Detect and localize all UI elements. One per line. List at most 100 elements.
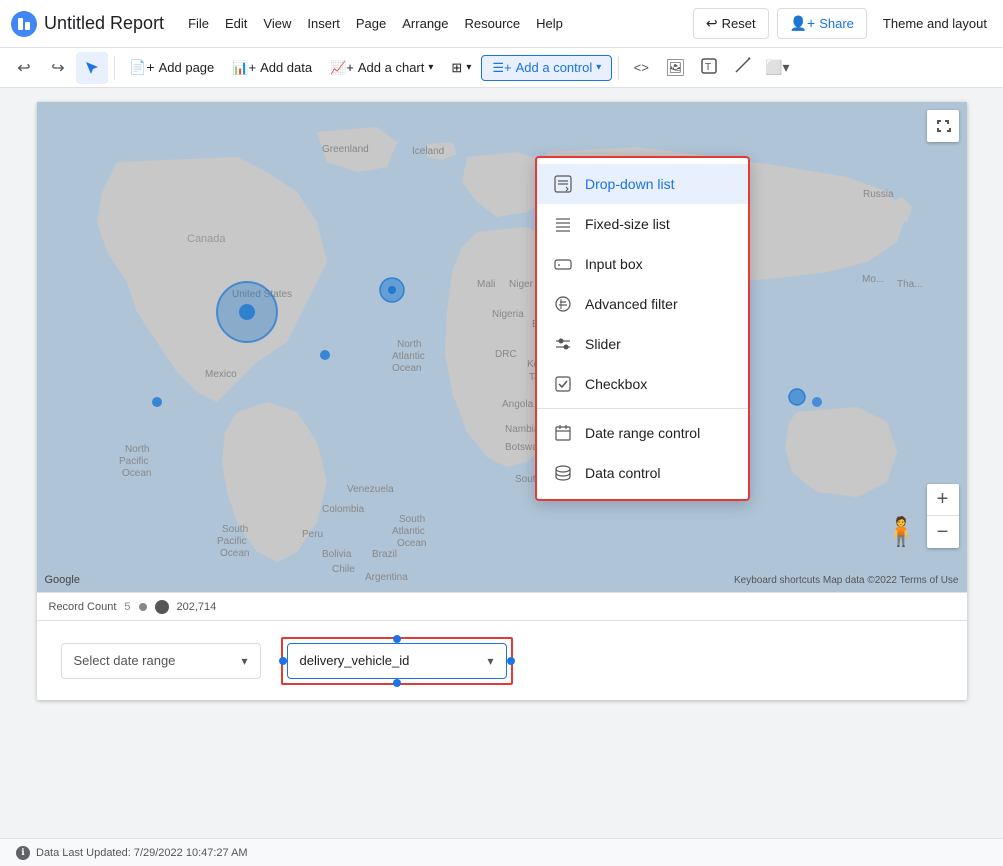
- svg-text:Nigeria: Nigeria: [492, 309, 524, 320]
- menu-item-input-box[interactable]: Input box: [537, 244, 748, 284]
- app-title: Untitled Report: [44, 13, 164, 34]
- world-map-svg: Canada United States Mexico North Pacifi…: [37, 102, 967, 592]
- textbox-button[interactable]: T: [693, 52, 725, 84]
- main-content: Canada United States Mexico North Pacifi…: [0, 88, 1003, 866]
- menu-item-slider[interactable]: Slider: [537, 324, 748, 364]
- reset-label: Reset: [722, 16, 756, 31]
- svg-text:Russia: Russia: [863, 189, 894, 200]
- menu-arrange[interactable]: Arrange: [394, 12, 456, 35]
- add-data-icon: 📊+: [232, 60, 256, 76]
- svg-text:Mali: Mali: [477, 279, 495, 290]
- svg-text:T: T: [705, 62, 711, 73]
- add-control-label: Add a control: [516, 60, 593, 75]
- menu-page[interactable]: Page: [348, 12, 394, 35]
- report-page: Canada United States Mexico North Pacifi…: [37, 102, 967, 700]
- add-control-icon: ☰+: [492, 60, 511, 76]
- add-chart-label: Add a chart: [358, 60, 425, 75]
- svg-text:Venezuela: Venezuela: [347, 484, 394, 495]
- google-text: Google: [45, 574, 80, 586]
- slider-label: Slider: [585, 336, 621, 352]
- svg-text:Brazil: Brazil: [372, 549, 397, 560]
- menu-file[interactable]: File: [180, 12, 217, 35]
- svg-text:Atlantic: Atlantic: [392, 351, 425, 362]
- handle-top-left[interactable]: [393, 635, 401, 643]
- line-button[interactable]: [727, 52, 759, 84]
- fixed-size-list-icon: [553, 214, 573, 234]
- map-zoom-in-button[interactable]: +: [927, 484, 959, 516]
- image-button[interactable]: 🖼: [659, 52, 691, 84]
- menu-item-checkbox[interactable]: Checkbox: [537, 364, 748, 404]
- svg-text:Niger: Niger: [509, 279, 534, 290]
- input-box-label: Input box: [585, 256, 643, 272]
- data-last-updated: Data Last Updated: 7/29/2022 10:47:27 AM: [36, 847, 248, 859]
- shape-button[interactable]: ⬜▾: [761, 52, 793, 84]
- svg-text:Atlantic: Atlantic: [392, 526, 425, 537]
- legend-dot-small: [139, 603, 147, 611]
- menu-item-dropdown-list[interactable]: Drop-down list: [537, 164, 748, 204]
- menu-item-fixed-size-list[interactable]: Fixed-size list: [537, 204, 748, 244]
- svg-text:Ocean: Ocean: [397, 538, 426, 549]
- date-range-label: Select date range: [74, 653, 176, 668]
- menu-item-date-range[interactable]: Date range control: [537, 413, 748, 453]
- reset-button[interactable]: ↩ Reset: [693, 8, 769, 39]
- redo-button[interactable]: ↪: [42, 52, 74, 84]
- toolbar: ↩ ↪ 📄+ Add page 📊+ Add data 📈+ Add a cha…: [0, 48, 1003, 88]
- dropdown-field[interactable]: delivery_vehicle_id ▾: [287, 643, 507, 679]
- dropdown-field-chevron-icon: ▾: [487, 654, 493, 668]
- menu-item-advanced-filter[interactable]: Advanced filter: [537, 284, 748, 324]
- menu-resource[interactable]: Resource: [457, 12, 529, 35]
- dropdown-control-container: delivery_vehicle_id ▾: [281, 637, 513, 685]
- svg-text:Tha...: Tha...: [897, 279, 923, 290]
- menu-edit[interactable]: Edit: [217, 12, 255, 35]
- app-icon: [8, 8, 40, 40]
- handle-right[interactable]: [507, 657, 515, 665]
- add-control-button[interactable]: ☰+ Add a control ▾: [481, 55, 612, 81]
- menu-item-data-control[interactable]: Data control: [537, 453, 748, 493]
- add-control-dropdown-menu: Drop-down list Fixed-size list Input box…: [535, 156, 750, 501]
- svg-text:Argentina: Argentina: [365, 572, 408, 583]
- canvas-wrapper: Canada United States Mexico North Pacifi…: [0, 88, 1003, 838]
- theme-layout-label[interactable]: Theme and layout: [875, 12, 995, 35]
- add-component-chevron-icon: ▾: [466, 62, 471, 73]
- input-box-icon: [553, 254, 573, 274]
- menu-help[interactable]: Help: [528, 12, 571, 35]
- legend-bar: Record Count 5 202,714: [37, 592, 967, 620]
- add-page-button[interactable]: 📄+ Add page: [121, 55, 222, 80]
- menu-insert[interactable]: Insert: [299, 12, 348, 35]
- add-component-icon: ⊞: [451, 60, 462, 76]
- map-zoom-controls: + −: [927, 484, 959, 548]
- svg-text:South: South: [222, 524, 248, 535]
- slider-icon: [553, 334, 573, 354]
- handle-bottom-left[interactable]: [393, 679, 401, 687]
- status-bar: ℹ Data Last Updated: 7/29/2022 10:47:27 …: [0, 838, 1003, 866]
- record-count-value: 202,714: [177, 601, 217, 613]
- svg-text:Colombia: Colombia: [322, 504, 365, 515]
- undo-button[interactable]: ↩: [8, 52, 40, 84]
- svg-text:Iceland: Iceland: [412, 146, 444, 157]
- add-data-label: Add data: [260, 60, 312, 75]
- top-app-bar: Untitled Report File Edit View Insert Pa…: [0, 0, 1003, 48]
- map-expand-button[interactable]: [927, 110, 959, 142]
- add-chart-button[interactable]: 📈+ Add a chart ▾: [322, 56, 441, 80]
- legend-dot-large: [155, 600, 169, 614]
- map-zoom-out-button[interactable]: −: [927, 516, 959, 548]
- share-button[interactable]: 👤+ Share: [777, 8, 867, 39]
- add-page-icon: 📄+: [129, 59, 155, 76]
- handle-left[interactable]: [279, 657, 287, 665]
- checkbox-label: Checkbox: [585, 376, 647, 392]
- add-component-button[interactable]: ⊞ ▾: [443, 56, 479, 80]
- menu-bar: File Edit View Insert Page Arrange Resou…: [180, 12, 571, 35]
- select-tool-button[interactable]: [76, 52, 108, 84]
- date-range-control[interactable]: Select date range ▾: [61, 643, 261, 679]
- checkbox-icon: [553, 374, 573, 394]
- controls-row: Select date range ▾ delivery_vehicle_id …: [37, 620, 967, 700]
- map-pegman-icon[interactable]: 🧍: [884, 515, 919, 548]
- code-button[interactable]: <>: [625, 52, 657, 84]
- svg-text:South: South: [399, 514, 425, 525]
- date-range-icon: [553, 423, 573, 443]
- add-page-label: Add page: [159, 60, 215, 75]
- data-control-icon: [553, 463, 573, 483]
- info-icon: ℹ: [16, 846, 30, 860]
- menu-view[interactable]: View: [255, 12, 299, 35]
- add-data-button[interactable]: 📊+ Add data: [224, 56, 320, 80]
